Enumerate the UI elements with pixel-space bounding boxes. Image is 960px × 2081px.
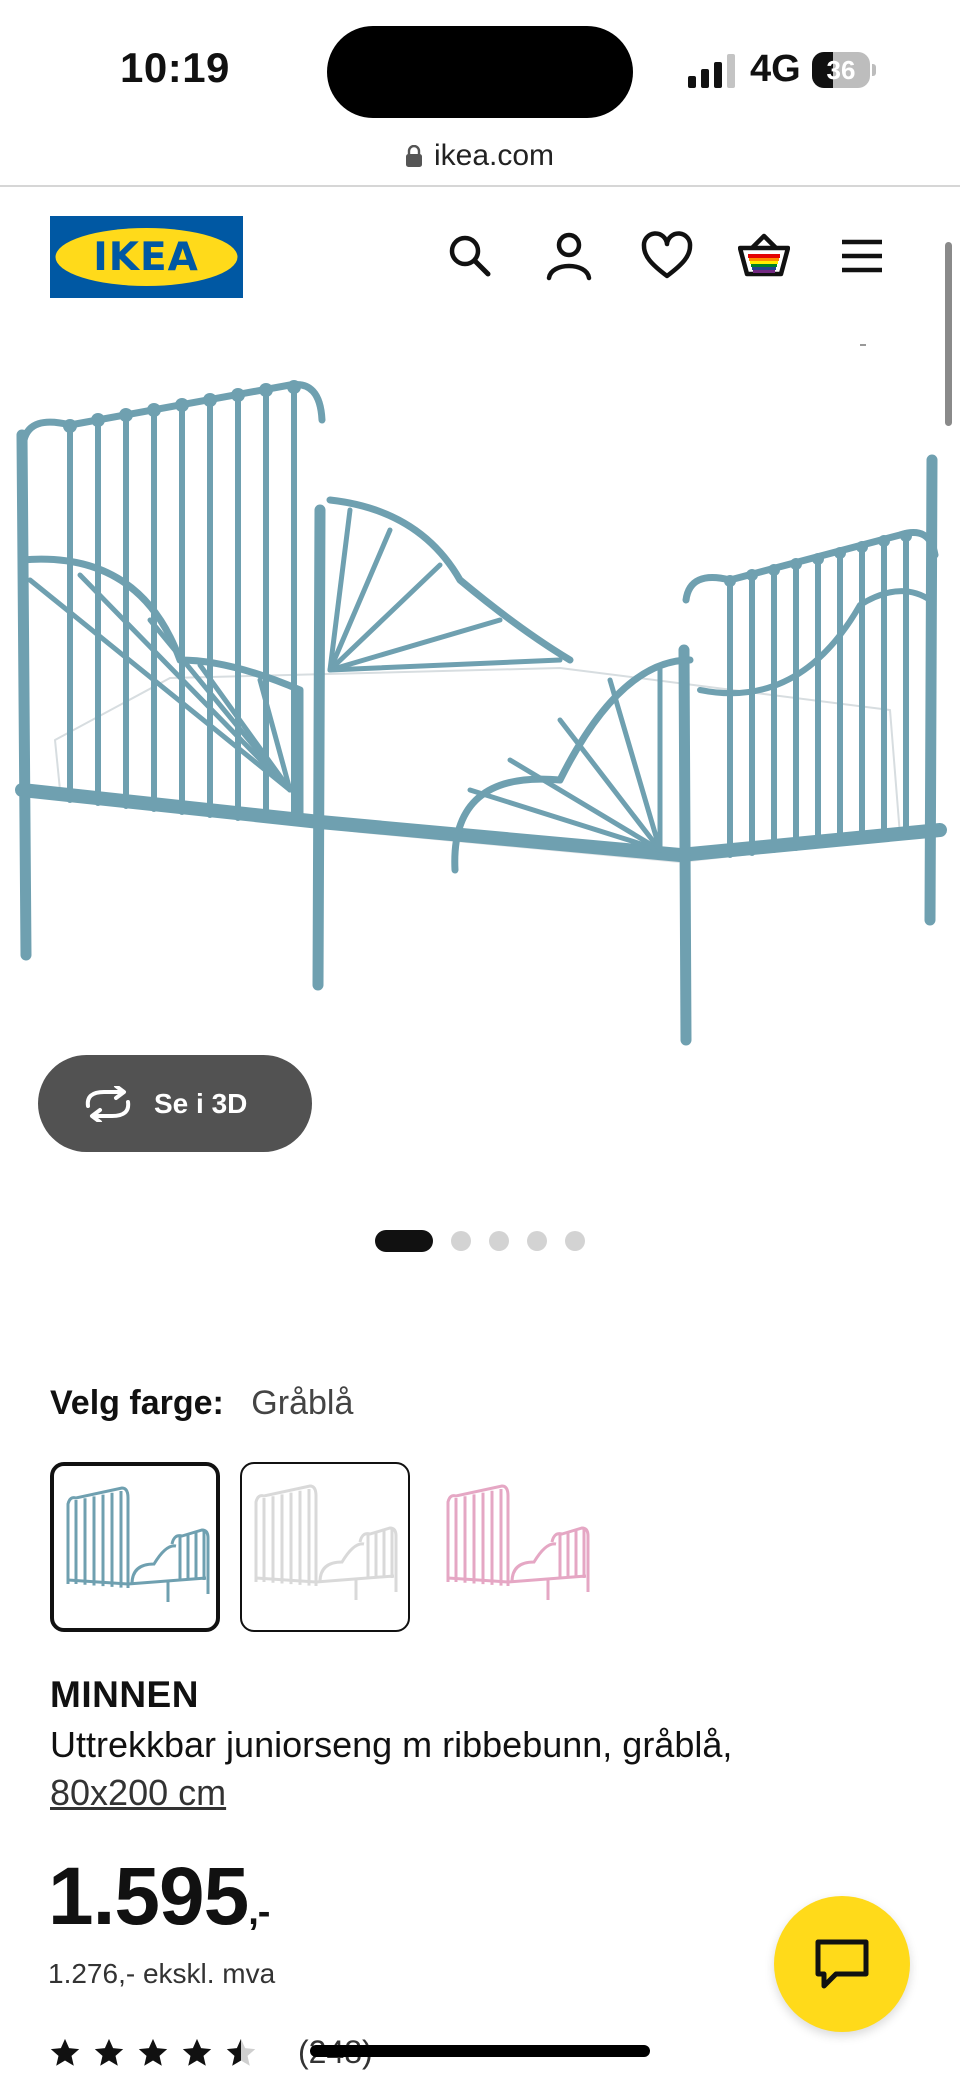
- heart-icon[interactable]: [641, 230, 693, 282]
- battery-level: 36: [826, 55, 856, 85]
- color-selector: Velg farge: Gråblå: [50, 1384, 353, 1423]
- price-value: 1.595: [48, 1851, 249, 1942]
- profile-icon[interactable]: [543, 230, 595, 282]
- status-time: 10:19: [120, 44, 230, 91]
- network-type: 4G: [750, 48, 801, 90]
- chat-icon: [815, 1939, 869, 1989]
- rotate-3d-icon: [85, 1085, 131, 1122]
- shopping-bag-icon[interactable]: [738, 230, 790, 282]
- price-suffix: ,-: [248, 1891, 270, 1933]
- view-in-3d-button[interactable]: Se i 3D: [38, 1055, 312, 1152]
- color-swatch[interactable]: [240, 1462, 410, 1632]
- selected-color: Gråblå: [251, 1384, 354, 1422]
- product-description: Uttrekkbar juniorseng m ribbebunn, gråbl…: [50, 1724, 733, 1765]
- signal-icon: [688, 54, 735, 88]
- star-icon: [50, 2038, 80, 2066]
- dynamic-island: [327, 26, 633, 118]
- logo-text: IKEA: [93, 235, 199, 280]
- lock-icon: [405, 145, 422, 167]
- address-bar[interactable]: ikea.com: [0, 128, 960, 184]
- star-icon: [94, 2038, 124, 2066]
- product-description-block: Uttrekkbar juniorseng m ribbebunn, gråbl…: [50, 1721, 910, 1817]
- carousel-dot[interactable]: [375, 1230, 433, 1252]
- chat-button[interactable]: [774, 1896, 910, 2032]
- price-excl-vat: 1.276,- ekskl. mva: [48, 1958, 276, 1989]
- divider: [860, 344, 866, 346]
- color-swatch[interactable]: [50, 1462, 220, 1632]
- home-indicator: [310, 2045, 650, 2057]
- product-size-link[interactable]: 80x200 cm: [50, 1772, 226, 1813]
- search-icon[interactable]: [444, 230, 496, 282]
- carousel-dot[interactable]: [451, 1231, 471, 1251]
- carousel-dot[interactable]: [565, 1231, 585, 1251]
- product-image[interactable]: [0, 360, 960, 1060]
- carousel-dot[interactable]: [489, 1231, 509, 1251]
- star-icon: [182, 2038, 212, 2066]
- divider: [0, 185, 960, 187]
- color-swatch[interactable]: [432, 1462, 602, 1632]
- menu-icon[interactable]: [836, 230, 888, 282]
- carousel-dot[interactable]: [527, 1231, 547, 1251]
- battery-icon: 36: [812, 52, 876, 88]
- color-label: Velg farge:: [50, 1384, 224, 1422]
- product-name: MINNEN: [50, 1674, 199, 1715]
- half-star-icon: [226, 2038, 256, 2066]
- product-price: 1.595,-: [48, 1850, 270, 1944]
- url-text: ikea.com: [433, 139, 555, 172]
- ikea-logo[interactable]: IKEA: [50, 216, 243, 298]
- carousel-pagination: [0, 1230, 960, 1252]
- star-icon: [138, 2038, 168, 2066]
- view-in-3d-label: Se i 3D: [154, 1087, 248, 1119]
